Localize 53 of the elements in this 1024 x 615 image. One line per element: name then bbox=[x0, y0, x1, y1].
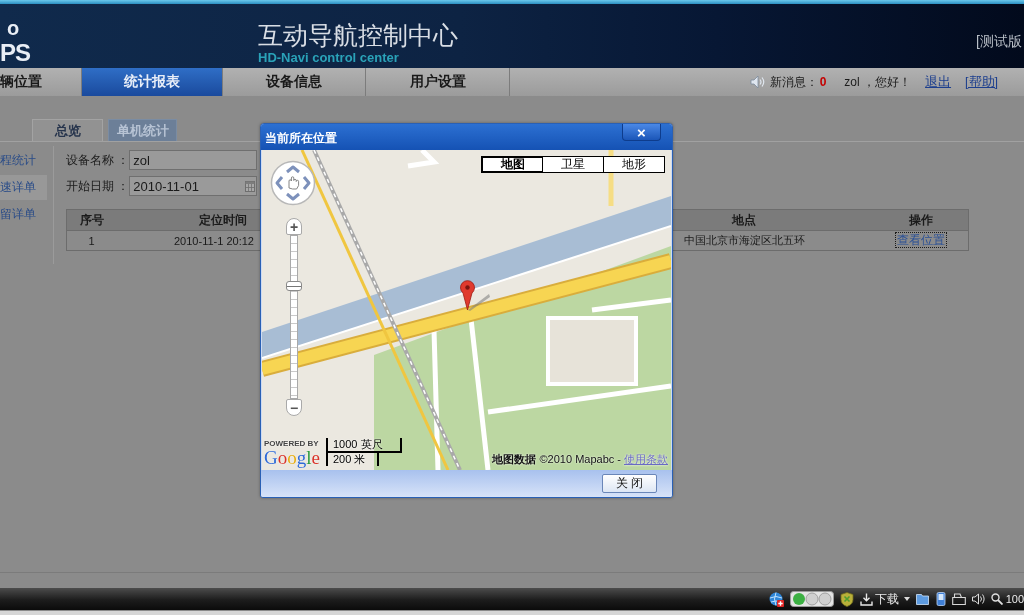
google-logo[interactable]: Google bbox=[264, 448, 320, 467]
zoom-in-button[interactable]: + bbox=[286, 218, 302, 235]
box-icon[interactable] bbox=[951, 593, 966, 605]
magnifier-icon bbox=[990, 593, 1003, 605]
zoom-level-button[interactable]: 100 bbox=[990, 593, 1024, 605]
edition-label: [测试版 bbox=[976, 32, 1023, 51]
messages-label: 新消息： bbox=[769, 73, 818, 91]
status-lights-icon[interactable] bbox=[789, 591, 834, 607]
column-header: 序号 bbox=[79, 211, 104, 229]
input-field[interactable]: 2010-11-01 bbox=[129, 176, 258, 196]
download-button[interactable]: 下载 bbox=[859, 590, 910, 608]
folder-icon[interactable] bbox=[915, 593, 930, 605]
map-type-button[interactable]: 地图 bbox=[481, 156, 543, 173]
pan-control-icon[interactable] bbox=[270, 160, 316, 206]
help-link[interactable]: [帮助] bbox=[965, 73, 998, 91]
table-cell: 1 bbox=[88, 234, 95, 247]
phone-icon[interactable] bbox=[935, 592, 946, 606]
scale-label: 1000 英尺 bbox=[326, 438, 402, 453]
map-pin-icon[interactable] bbox=[460, 280, 490, 311]
powered-by-label: POWERED BY bbox=[264, 439, 319, 448]
caret-icon bbox=[903, 597, 910, 601]
column-header: 定位时间 bbox=[198, 211, 247, 229]
map-copyright: 地图数据 ©2010 Mapabc - bbox=[492, 452, 621, 467]
input-field[interactable]: zol bbox=[129, 150, 258, 170]
scale-label: 200 米 bbox=[326, 453, 379, 466]
logout-link[interactable]: 退出 bbox=[925, 73, 952, 91]
field-label: 开始日期 ： bbox=[66, 177, 130, 195]
close-button[interactable]: × bbox=[622, 124, 661, 141]
logo-text: PS bbox=[0, 41, 31, 65]
zoom-slider-thumb[interactable] bbox=[286, 280, 302, 291]
shield-icon[interactable] bbox=[839, 591, 854, 607]
zoom-out-button[interactable]: − bbox=[286, 399, 302, 416]
map-type-button[interactable]: 卫星 bbox=[542, 156, 604, 173]
table-cell: 中国北京市海淀区北五环 bbox=[683, 233, 805, 248]
message-count: 0 bbox=[819, 75, 827, 89]
logo-text: o bbox=[7, 18, 21, 38]
sub-tab[interactable]: 总览 bbox=[32, 119, 103, 141]
dialog-title: 当前所在位置 bbox=[265, 130, 337, 147]
column-header: 操作 bbox=[908, 211, 933, 229]
greeting-text: zol ，您好！ bbox=[844, 73, 912, 91]
nav-tab[interactable]: 设备信息 bbox=[223, 68, 366, 96]
close-dialog-button[interactable]: 关 闭 bbox=[602, 474, 657, 493]
globe-icon[interactable] bbox=[768, 591, 784, 607]
app-subtitle: HD-Navi control center bbox=[258, 50, 400, 65]
map-type-button[interactable]: 地形 bbox=[603, 156, 665, 173]
column-header: 地点 bbox=[732, 211, 756, 229]
speaker-icon[interactable] bbox=[971, 593, 985, 605]
nav-tab[interactable]: 统计报表 bbox=[82, 68, 223, 96]
nav-tab[interactable]: 用户设置 bbox=[366, 68, 510, 96]
download-icon bbox=[859, 592, 873, 606]
app-title: 互动导航控制中心 bbox=[258, 20, 458, 50]
field-label: 设备名称 ： bbox=[66, 151, 130, 169]
table-cell: 2010-11-1 20:12 bbox=[174, 234, 254, 247]
